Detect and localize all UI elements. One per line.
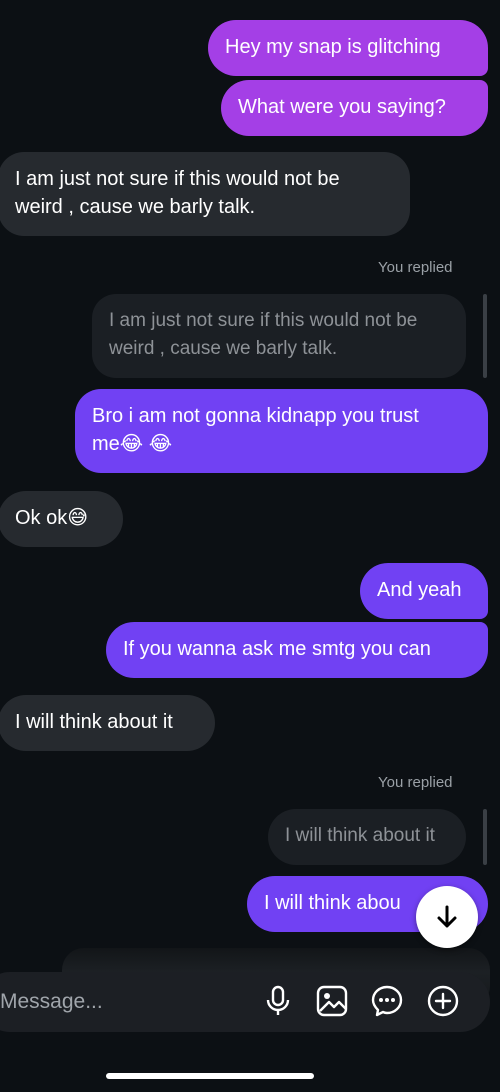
- message-out-4[interactable]: And yeah: [360, 563, 488, 619]
- message-text: I will think about it: [15, 711, 173, 733]
- quoted-message[interactable]: I will think about it: [268, 809, 466, 865]
- message-out-5[interactable]: If you wanna ask me smtg you can: [106, 622, 488, 678]
- reply-label: You replied: [378, 774, 453, 791]
- reply-indicator-bar: [483, 809, 487, 865]
- message-text: What were you saying?: [238, 96, 446, 118]
- home-indicator: [106, 1073, 314, 1079]
- quoted-text-line-1: I am just not sure if this would not be: [109, 310, 418, 331]
- message-text-line-2: weird , cause we barly talk.: [15, 196, 256, 218]
- image-icon[interactable]: [314, 983, 350, 1019]
- message-in-2[interactable]: Ok ok😅: [0, 491, 123, 547]
- quoted-message[interactable]: I am just not sure if this would not be …: [92, 294, 466, 378]
- sticker-icon[interactable]: [369, 983, 405, 1019]
- reply-label: You replied: [378, 259, 453, 276]
- message-text-line-2: me: [92, 433, 120, 455]
- message-input[interactable]: Message...: [0, 988, 200, 1016]
- quoted-text: I will think about it: [285, 825, 435, 846]
- message-text: I will think abou: [264, 892, 401, 914]
- message-in-3[interactable]: I will think about it: [0, 695, 215, 751]
- message-text-line-1: I am just not sure if this would not be: [15, 168, 340, 190]
- message-text-line-1: Bro i am not gonna kidnapp you trust: [92, 405, 419, 427]
- message-text: And yeah: [377, 579, 462, 601]
- message-text: Hey my snap is glitching: [225, 36, 441, 58]
- message-in-1[interactable]: I am just not sure if this would not be …: [0, 152, 410, 236]
- message-out-1[interactable]: Hey my snap is glitching: [208, 20, 488, 76]
- message-text: Ok ok: [15, 507, 68, 529]
- reply-indicator-bar: [483, 294, 487, 378]
- scroll-to-bottom-button[interactable]: [416, 886, 478, 948]
- message-out-3[interactable]: Bro i am not gonna kidnapp you trust me😂…: [75, 389, 488, 473]
- arrow-down-icon: [437, 905, 457, 928]
- message-text: If you wanna ask me smtg you can: [123, 638, 431, 660]
- sweat-smile-emoji: 😅: [67, 507, 89, 529]
- quoted-text-line-2: weird , cause we barly talk.: [109, 338, 338, 359]
- laughing-emoji: 😂 😂: [119, 433, 173, 455]
- message-out-2[interactable]: What were you saying?: [221, 80, 488, 136]
- plus-icon[interactable]: [425, 983, 461, 1019]
- microphone-icon[interactable]: [260, 983, 296, 1019]
